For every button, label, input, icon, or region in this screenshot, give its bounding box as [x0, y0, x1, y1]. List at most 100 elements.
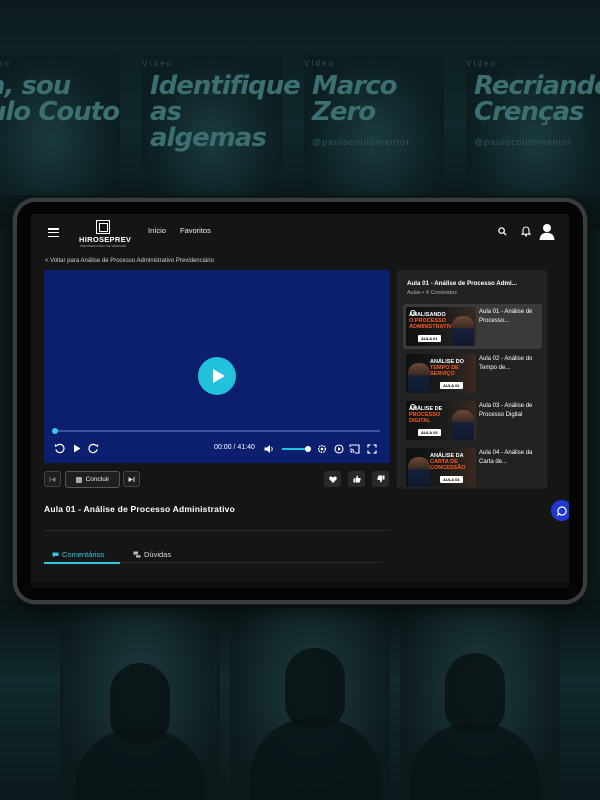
previous-lesson-button[interactable]: [44, 471, 61, 487]
bell-icon[interactable]: [519, 224, 533, 238]
lesson-item[interactable]: ANÁLISE DE PROCESSO DIGITAL AULA 03 Aula 0…: [403, 398, 542, 443]
tablet-bezel: HIROSEPREV PREVIDENCIÁRIO DE VERDADE Iní…: [17, 202, 583, 600]
thumbnail-person: [408, 363, 430, 393]
background-figure: [285, 648, 345, 728]
chat-icon: [556, 505, 567, 516]
lesson-thumbnail: ANALISANDO O PROCESSO ADMINISTRATIVO AULA …: [406, 307, 476, 346]
sidebar-subtitle: Aulas • 4 Conteúdos: [407, 290, 457, 296]
tab-duvidas-label: Dúvidas: [144, 550, 172, 559]
background-bottom: [0, 600, 600, 800]
lesson-thumbnail: ANÁLISE DA CARTA DE CONCESSÃO AULA 04: [406, 448, 476, 487]
lesson-item[interactable]: ANALISANDO O PROCESSO ADMINISTRATIVO AULA …: [403, 304, 542, 349]
tablet-frame: HIROSEPREV PREVIDENCIÁRIO DE VERDADE Iní…: [13, 198, 587, 604]
background-poster: Vídeo Identifique as algemas: [142, 55, 301, 195]
lesson-item-label: Aula 03 - Análise de Processo Digital: [479, 403, 533, 418]
poster-title: Identifique as algemas: [150, 71, 301, 153]
logo-tagline: PREVIDENCIÁRIO DE VERDADE: [80, 244, 127, 248]
settings-icon[interactable]: [316, 443, 327, 454]
complete-button-label: Concluir: [85, 476, 110, 483]
video-player[interactable]: 00:00 / 41:40: [44, 270, 390, 463]
play-button[interactable]: [198, 357, 236, 395]
tab-duvidas[interactable]: Dúvidas: [133, 550, 171, 559]
poster-title: a, souulo Couto: [0, 71, 120, 127]
divider: [44, 530, 390, 531]
lesson-title: Aula 01 - Análise de Processo Administra…: [44, 504, 235, 514]
tab-comentarios[interactable]: Comentários: [52, 550, 105, 559]
poster-handle: @paulocoutomentor: [474, 137, 573, 147]
background-figure: [250, 718, 380, 800]
autoplay-icon[interactable]: [333, 443, 344, 454]
background-top: Vídeo a, souulo Couto Vídeo Identifiquea…: [0, 0, 600, 230]
like-button[interactable]: [348, 471, 365, 487]
rewind-icon[interactable]: [54, 443, 65, 454]
volume-handle[interactable]: [304, 446, 311, 452]
thumbnail-badge: AULA 02: [440, 382, 463, 389]
background-poster: Vídeo a, souulo Couto: [0, 55, 120, 195]
chat-button[interactable]: [551, 500, 569, 521]
logo-mark: [96, 220, 110, 234]
menu-icon[interactable]: [48, 228, 59, 238]
thumbnail-text: ANÁLISE DO TEMPO DE SERVIÇO: [430, 359, 464, 377]
nav-favoritos[interactable]: Favoritos: [180, 226, 211, 235]
background-figure: [410, 723, 540, 800]
background-card: [230, 608, 390, 800]
thumbnail-person: [452, 316, 474, 346]
sidebar-title: Aula 01 - Análise de Processo Admi...: [407, 280, 517, 287]
lesson-thumbnail: ANÁLISE DE PROCESSO DIGITAL AULA 03: [406, 401, 476, 440]
thumbnail-person: [408, 457, 430, 487]
lesson-item-label: Aula 02 - Análise do Tempo de...: [479, 356, 533, 371]
app-screen: HIROSEPREV PREVIDENCIÁRIO DE VERDADE Iní…: [31, 214, 569, 588]
logo[interactable]: HIROSEPREV PREVIDENCIÁRIO DE VERDADE: [79, 220, 131, 250]
thumbnail-badge: AULA 03: [418, 429, 441, 436]
volume-icon[interactable]: [264, 443, 275, 454]
thumbnail-badge: AULA 01: [418, 335, 441, 342]
cast-icon[interactable]: [349, 443, 360, 454]
poster-handle: @paulocoutomentor: [312, 137, 411, 147]
nav-inicio[interactable]: Início: [148, 226, 166, 235]
logo-name: HIROSEPREV: [79, 235, 132, 244]
poster-subtitle: Vídeo: [0, 59, 11, 68]
top-bar: HIROSEPREV PREVIDENCIÁRIO DE VERDADE Iní…: [31, 214, 569, 250]
lesson-item[interactable]: ANÁLISE DO TEMPO DE SERVIÇO AULA 02 Aula 0…: [403, 351, 542, 396]
poster-title: Recriando Crenças: [474, 71, 600, 127]
volume-slider[interactable]: [282, 448, 308, 450]
play-small-icon[interactable]: [72, 443, 82, 454]
background-poster: Vídeo Marco Zero @paulocoutomentor: [304, 55, 444, 195]
poster-subtitle: Vídeo: [304, 59, 335, 68]
progress-handle[interactable]: [52, 428, 58, 434]
thumbnail-text: ANÁLISE DA CARTA DE CONCESSÃO: [430, 453, 466, 471]
search-icon[interactable]: [495, 224, 509, 238]
poster-title: Marco Zero: [312, 71, 398, 127]
lesson-sidebar: Aula 01 - Análise de Processo Admi... Au…: [397, 270, 547, 489]
complete-button[interactable]: Concluir: [65, 471, 120, 488]
fullscreen-icon[interactable]: [366, 443, 377, 454]
lesson-item-label: Aula 04 - Análise da Carta de...: [479, 450, 533, 465]
tab-comentarios-label: Comentários: [62, 550, 105, 559]
dislike-button[interactable]: [372, 471, 389, 487]
background-figure: [445, 653, 505, 733]
thumbnail-person: [452, 410, 474, 440]
background-card: [60, 608, 220, 800]
background-figure: [110, 663, 170, 743]
thumbnail-badge: AULA 04: [440, 476, 463, 483]
question-icon: [133, 551, 141, 558]
lesson-thumbnail: ANÁLISE DO TEMPO DE SERVIÇO AULA 02: [406, 354, 476, 393]
tab-active-indicator: [44, 562, 120, 564]
lesson-item-label: Aula 01 - Análise de Processo...: [479, 309, 533, 324]
thumbnail-text: ANÁLISE DE PROCESSO DIGITAL: [409, 406, 443, 424]
background-card: [400, 608, 560, 800]
poster-subtitle: Vídeo: [466, 59, 497, 68]
forward-icon[interactable]: [88, 443, 99, 454]
next-lesson-button[interactable]: [123, 471, 140, 487]
time-display: 00:00 / 41:40: [214, 444, 255, 451]
lesson-item[interactable]: ANÁLISE DA CARTA DE CONCESSÃO AULA 04 Aula…: [403, 445, 542, 490]
background-poster: Vídeo Recriando Crenças @paulocoutomentor: [466, 55, 600, 195]
thumbnail-text: ANALISANDO O PROCESSO ADMINISTRATIVO: [409, 312, 456, 330]
checkbox-icon: [75, 476, 82, 483]
comment-icon: [52, 552, 59, 557]
progress-bar[interactable]: [52, 428, 380, 434]
back-link[interactable]: < Voltar para Análise de Processo Admini…: [45, 258, 214, 264]
favorite-button[interactable]: [324, 471, 341, 487]
comments-area: [31, 582, 569, 588]
user-icon[interactable]: [538, 222, 556, 240]
